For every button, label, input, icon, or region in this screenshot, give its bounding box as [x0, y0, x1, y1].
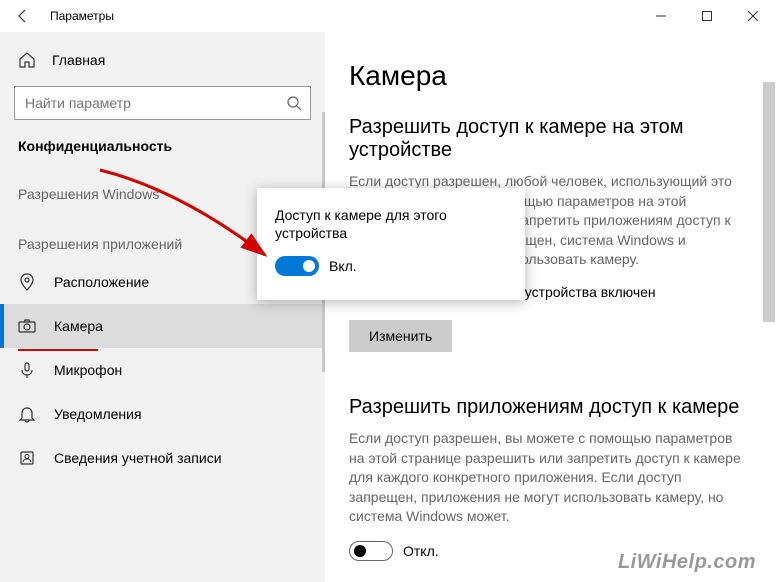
bell-icon	[18, 405, 38, 423]
camera-access-flyout: Доступ к камере для этого устройства Вкл…	[257, 188, 525, 300]
section-allow-apps-title: Разрешить приложениям доступ к камере	[349, 396, 752, 419]
annotation-underline	[18, 349, 98, 351]
sidebar-category: Конфиденциальность	[0, 120, 325, 160]
search-input[interactable]	[25, 95, 284, 111]
main-content: Камера Разрешить доступ к камере на этом…	[325, 32, 776, 582]
sidebar-item-microphone[interactable]: Микрофон	[0, 348, 325, 392]
titlebar: Параметры	[0, 0, 776, 32]
home-nav[interactable]: Главная	[0, 40, 325, 80]
change-button[interactable]: Изменить	[349, 320, 452, 352]
watermark: LiWiHelp.com	[618, 551, 756, 574]
scrollbar-thumb[interactable]	[763, 82, 775, 322]
sidebar-item-label: Камера	[54, 318, 103, 334]
sidebar-item-label: Уведомления	[54, 406, 142, 422]
back-button[interactable]	[0, 0, 46, 32]
device-camera-toggle[interactable]	[275, 256, 319, 276]
sidebar-item-label: Сведения учетной записи	[54, 450, 222, 466]
location-icon	[18, 273, 38, 291]
maximize-button[interactable]	[684, 0, 730, 32]
apps-access-toggle-label: Откл.	[403, 543, 439, 559]
close-button[interactable]	[730, 0, 776, 32]
window-title: Параметры	[46, 9, 114, 23]
sidebar-item-label: Расположение	[54, 274, 149, 290]
minimize-button[interactable]	[638, 0, 684, 32]
search-icon	[284, 95, 304, 111]
flyout-toggle-label: Вкл.	[329, 258, 357, 274]
sidebar-item-account-info[interactable]: Сведения учетной записи	[0, 436, 325, 480]
toggle-knob	[354, 545, 366, 557]
sidebar-item-notifications[interactable]: Уведомления	[0, 392, 325, 436]
sidebar: Главная Конфиденциальность Разрешения Wi…	[0, 32, 325, 582]
home-icon	[18, 51, 38, 69]
home-label: Главная	[52, 52, 105, 68]
section-allow-apps-body: Если доступ разрешен, вы можете с помощь…	[349, 429, 749, 527]
search-box[interactable]	[14, 86, 311, 120]
sidebar-item-label: Микрофон	[54, 362, 122, 378]
account-icon	[18, 449, 38, 467]
microphone-icon	[18, 361, 38, 379]
flyout-toggle-row: Вкл.	[275, 256, 507, 276]
sidebar-item-camera[interactable]: Камера	[0, 304, 325, 348]
apps-access-toggle[interactable]	[349, 541, 393, 561]
window-body: Главная Конфиденциальность Разрешения Wi…	[0, 32, 776, 582]
section-allow-device-title: Разрешить доступ к камере на этом устрой…	[349, 116, 752, 162]
page-title: Камера	[349, 60, 752, 92]
camera-icon	[18, 317, 38, 335]
flyout-title: Доступ к камере для этого устройства	[275, 206, 507, 242]
main-scrollbar[interactable]	[762, 82, 776, 322]
toggle-knob	[303, 260, 315, 272]
